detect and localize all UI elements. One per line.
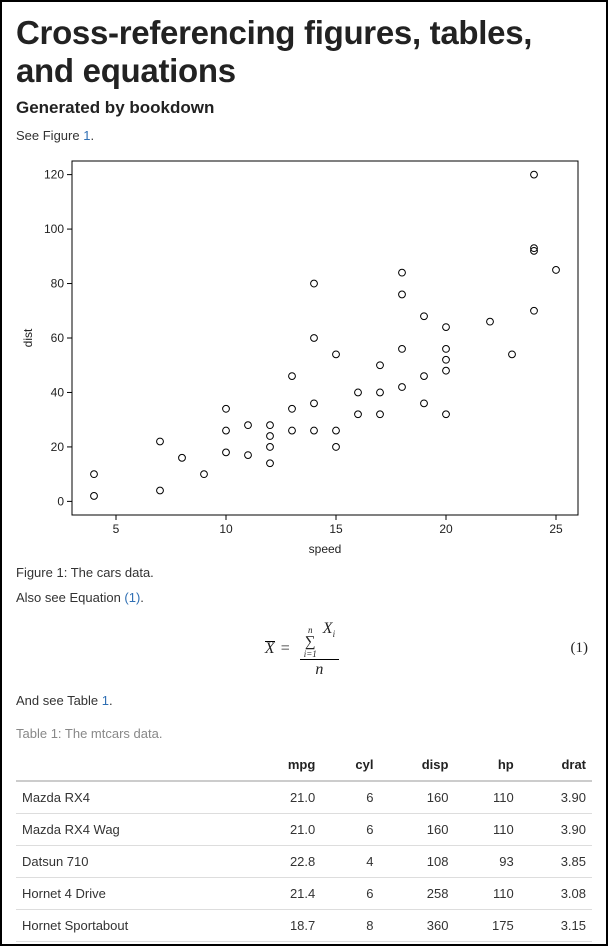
- see-equation-suffix: .: [140, 590, 144, 605]
- figure-caption: Figure 1: The cars data.: [16, 565, 592, 580]
- svg-text:20: 20: [439, 522, 453, 536]
- svg-text:15: 15: [329, 522, 343, 536]
- mtcars-table: mpgcyldisphpdrat Mazda RX421.061601103.9…: [16, 749, 592, 942]
- table-cell: 3.90: [520, 781, 592, 814]
- table-cell: Hornet Sportabout: [16, 910, 245, 942]
- table-cell: 21.0: [245, 814, 321, 846]
- see-equation-prefix: Also see Equation: [16, 590, 124, 605]
- table-ref-link[interactable]: 1: [102, 693, 109, 708]
- table-cell: 108: [379, 846, 454, 878]
- svg-text:25: 25: [549, 522, 563, 536]
- table-cell: 18.7: [245, 910, 321, 942]
- table-cell: 175: [454, 910, 519, 942]
- table-header-cell: hp: [454, 749, 519, 781]
- svg-text:speed: speed: [309, 542, 342, 556]
- table-cell: 3.85: [520, 846, 592, 878]
- svg-text:5: 5: [113, 522, 120, 536]
- table-cell: 3.08: [520, 878, 592, 910]
- see-table-text: And see Table 1.: [16, 693, 592, 708]
- table-header-cell: drat: [520, 749, 592, 781]
- see-figure-text: See Figure 1.: [16, 128, 592, 143]
- table-caption-text: : The mtcars data.: [58, 726, 163, 741]
- table-cell: Hornet 4 Drive: [16, 878, 245, 910]
- svg-text:dist: dist: [21, 328, 35, 347]
- svg-text:60: 60: [51, 331, 65, 345]
- see-equation-text: Also see Equation (1).: [16, 590, 592, 605]
- table-cell: 21.4: [245, 878, 321, 910]
- table-header-cell: [16, 749, 245, 781]
- svg-text:10: 10: [219, 522, 233, 536]
- figure-cars: 5 10 15 20 25 0 20 40 60 80 100 120 speed dist: [16, 151, 592, 561]
- table-cell: 258: [379, 878, 454, 910]
- table-cell: Mazda RX4: [16, 781, 245, 814]
- see-figure-suffix: .: [90, 128, 94, 143]
- table-cell: 3.90: [520, 814, 592, 846]
- table-cell: Mazda RX4 Wag: [16, 814, 245, 846]
- table-row: Hornet Sportabout18.783601753.15: [16, 910, 592, 942]
- table-header-cell: cyl: [321, 749, 379, 781]
- table-cell: Datsun 710: [16, 846, 245, 878]
- eq-sum-lower: i=1: [304, 650, 317, 659]
- table-header-cell: mpg: [245, 749, 321, 781]
- table-cell: 360: [379, 910, 454, 942]
- eq-denominator: n: [311, 660, 327, 679]
- sigma-icon: ∑: [305, 635, 316, 650]
- table-row: Datsun 71022.84108933.85: [16, 846, 592, 878]
- svg-text:80: 80: [51, 276, 65, 290]
- see-table-prefix: And see Table: [16, 693, 102, 708]
- table-cell: 160: [379, 814, 454, 846]
- equation-body: X = n ∑ i=1 Xi n: [265, 619, 343, 679]
- table-header-cell: disp: [379, 749, 454, 781]
- eq-lhs: X: [265, 640, 275, 658]
- page-subtitle: Generated by bookdown: [16, 98, 592, 118]
- table-cell: 21.0: [245, 781, 321, 814]
- eq-num-sub: i: [333, 629, 336, 639]
- svg-text:20: 20: [51, 440, 65, 454]
- table-cell: 160: [379, 781, 454, 814]
- table-cell: 6: [321, 878, 379, 910]
- equation-ref-link[interactable]: (1): [124, 590, 140, 605]
- eq-num-var: X: [323, 620, 333, 637]
- table-cell: 110: [454, 814, 519, 846]
- table-row: Mazda RX4 Wag21.061601103.90: [16, 814, 592, 846]
- table-header-row: mpgcyldisphpdrat: [16, 749, 592, 781]
- table-cell: 110: [454, 781, 519, 814]
- table-caption-label: Table 1: [16, 726, 58, 741]
- table-cell: 4: [321, 846, 379, 878]
- table-cell: 22.8: [245, 846, 321, 878]
- eq-equals: =: [281, 640, 290, 658]
- page-title: Cross-referencing figures, tables, and e…: [16, 14, 592, 90]
- table-row: Mazda RX421.061601103.90: [16, 781, 592, 814]
- table-cell: 8: [321, 910, 379, 942]
- figure-caption-text: : The cars data.: [64, 565, 154, 580]
- table-cell: 6: [321, 781, 379, 814]
- equation-display: X = n ∑ i=1 Xi n (1): [16, 619, 592, 679]
- scatter-plot: 5 10 15 20 25 0 20 40 60 80 100 120 speed dist: [16, 151, 592, 561]
- eq-sum: n ∑ i=1: [304, 626, 317, 659]
- svg-text:120: 120: [44, 167, 64, 181]
- table-row: Hornet 4 Drive21.462581103.08: [16, 878, 592, 910]
- table-cell: 6: [321, 814, 379, 846]
- table-cell: 110: [454, 878, 519, 910]
- figure-caption-label: Figure 1: [16, 565, 64, 580]
- eq-fraction: n ∑ i=1 Xi n: [300, 619, 339, 679]
- see-figure-prefix: See Figure: [16, 128, 83, 143]
- table-caption: Table 1: The mtcars data.: [16, 726, 592, 741]
- equation-number: (1): [571, 640, 589, 657]
- see-table-suffix: .: [109, 693, 113, 708]
- svg-text:40: 40: [51, 385, 65, 399]
- svg-text:100: 100: [44, 222, 64, 236]
- table-cell: 3.15: [520, 910, 592, 942]
- svg-text:0: 0: [57, 494, 64, 508]
- table-cell: 93: [454, 846, 519, 878]
- eq-numerator: n ∑ i=1 Xi: [300, 619, 339, 660]
